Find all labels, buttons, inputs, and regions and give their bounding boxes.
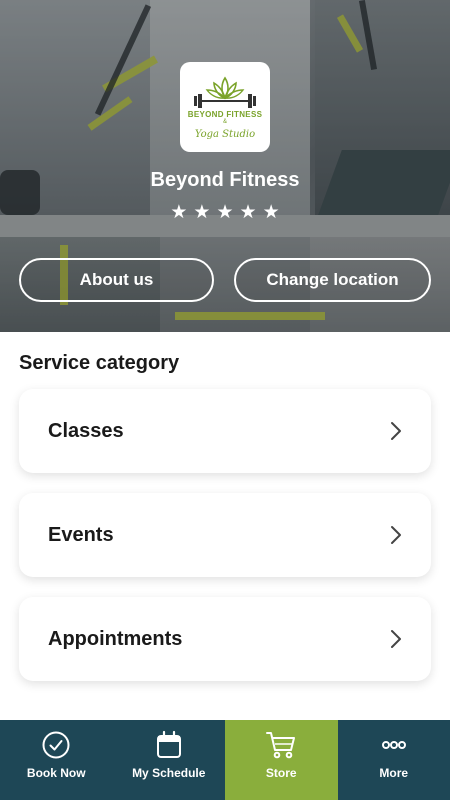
studio-name: Beyond Fitness xyxy=(150,169,300,191)
cart-icon xyxy=(266,732,296,759)
bottom-nav: Book Now My Schedule Store More xyxy=(0,720,450,800)
nav-book-now[interactable]: Book Now xyxy=(0,720,113,800)
lotus-dumbbell-icon xyxy=(194,76,256,108)
nav-store[interactable]: Store xyxy=(225,720,338,800)
more-dots-icon xyxy=(381,741,406,749)
rating-stars: ★ ★ ★ ★ ★ xyxy=(0,201,450,224)
service-item-label: Appointments xyxy=(48,627,183,650)
star-icon: ★ xyxy=(239,202,257,223)
logo-text: Yoga Studio xyxy=(194,129,256,140)
nav-more[interactable]: More xyxy=(338,720,450,800)
star-icon: ★ xyxy=(170,202,188,223)
chevron-right-icon xyxy=(391,526,401,544)
nav-label: Book Now xyxy=(26,766,86,780)
chevron-right-icon xyxy=(391,630,401,648)
about-us-button[interactable]: About us xyxy=(19,258,214,302)
section-title: Service category xyxy=(19,352,180,374)
hero-banner: BEYOND FITNESS & Yoga Studio Beyond Fitn… xyxy=(0,0,450,332)
service-item-events[interactable]: Events xyxy=(19,493,431,577)
studio-logo: BEYOND FITNESS & Yoga Studio xyxy=(180,62,270,152)
nav-my-schedule[interactable]: My Schedule xyxy=(113,720,226,800)
star-icon: ★ xyxy=(262,202,280,223)
nav-label: Store xyxy=(265,766,297,780)
logo-text: BEYOND FITNESS xyxy=(187,110,263,119)
service-item-label: Events xyxy=(48,523,114,546)
nav-label: My Schedule xyxy=(132,766,206,780)
star-icon: ★ xyxy=(216,202,234,223)
change-location-button[interactable]: Change location xyxy=(234,258,431,302)
nav-label: More xyxy=(379,766,409,780)
star-icon: ★ xyxy=(193,202,211,223)
calendar-icon xyxy=(156,730,181,758)
check-circle-icon xyxy=(42,731,70,759)
service-item-appointments[interactable]: Appointments xyxy=(19,597,431,681)
service-item-classes[interactable]: Classes xyxy=(19,389,431,473)
logo-text: & xyxy=(222,119,227,125)
chevron-right-icon xyxy=(391,422,401,440)
service-item-label: Classes xyxy=(48,419,124,442)
